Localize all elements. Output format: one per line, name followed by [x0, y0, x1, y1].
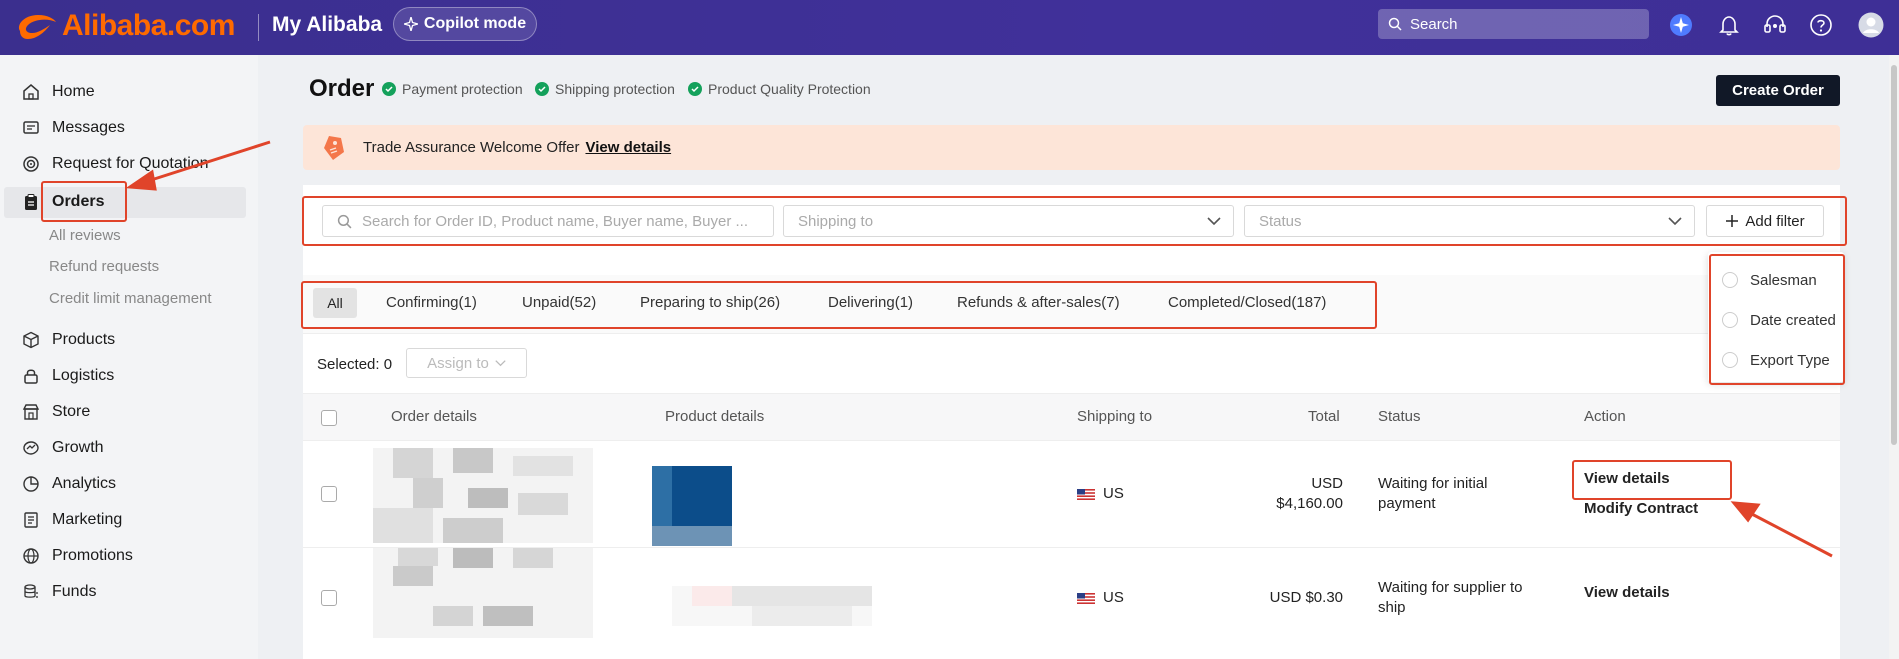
annotation-arrows — [125, 140, 1833, 558]
arrow-to-orders — [147, 140, 271, 183]
arrow-to-view-details — [1747, 510, 1833, 558]
arrow-head-view-details — [1730, 501, 1761, 523]
arrow-head-orders — [125, 169, 157, 191]
